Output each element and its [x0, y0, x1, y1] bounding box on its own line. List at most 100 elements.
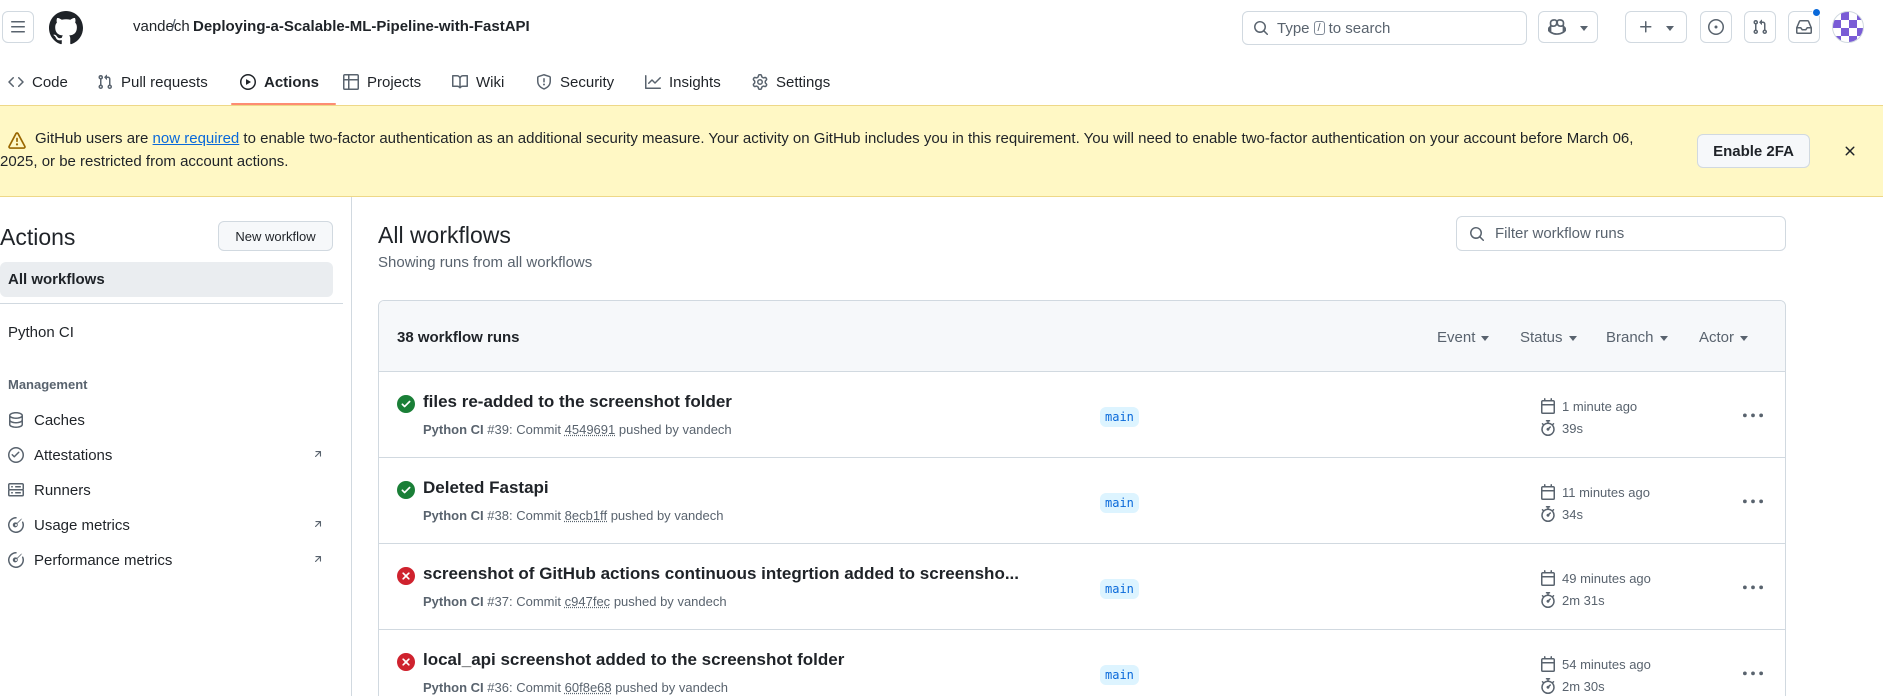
stopwatch-icon: [1540, 592, 1556, 608]
table-row[interactable]: screenshot of GitHub actions continuous …: [379, 544, 1785, 630]
table-row[interactable]: local_api screenshot added to the screen…: [379, 630, 1785, 696]
tab-settings[interactable]: Settings: [752, 68, 830, 96]
pull-requests-button[interactable]: [1744, 11, 1776, 43]
run-pushed-by-label: pushed by: [613, 594, 674, 609]
kebab-horizontal-icon[interactable]: [1743, 492, 1763, 512]
filter-label: Actor: [1699, 329, 1735, 346]
table-icon: [343, 74, 359, 90]
sidebar-item-performance-metrics[interactable]: Performance metrics: [8, 546, 328, 574]
kebab-horizontal-icon[interactable]: [1743, 578, 1763, 598]
create-new-button[interactable]: [1625, 11, 1687, 43]
branch-label[interactable]: main: [1100, 665, 1139, 685]
run-title[interactable]: files re-added to the screenshot folder: [423, 392, 732, 412]
calendar-icon: [1540, 398, 1556, 414]
table-row[interactable]: Deleted Fastapi Python CI #38: Commit 8ec…: [379, 458, 1785, 544]
sidebar-item-all-workflows[interactable]: All workflows: [0, 262, 333, 297]
tab-actions[interactable]: Actions: [240, 68, 319, 96]
run-pusher[interactable]: vandech: [677, 594, 726, 609]
global-header: vandech / Deploying-a-Scalable-ML-Pipeli…: [0, 0, 1883, 56]
arrow-up-right-icon: [314, 556, 322, 563]
event-filter-button[interactable]: Event: [1437, 329, 1490, 346]
database-icon: [9, 412, 23, 428]
kebab-horizontal-icon[interactable]: [1743, 664, 1763, 684]
banner-link[interactable]: now required: [153, 130, 240, 147]
status-filter-button[interactable]: Status: [1520, 329, 1577, 346]
run-commit-label: Commit: [516, 422, 562, 437]
run-timestamp: 1 minute ago: [1540, 398, 1637, 414]
filter-label: Event: [1437, 329, 1476, 346]
breadcrumb-repo[interactable]: Deploying-a-Scalable-ML-Pipeline-with-Fa…: [193, 18, 530, 35]
check-circle-icon: [397, 481, 415, 499]
sidebar-item-label: Usage metrics: [34, 516, 130, 534]
chevron-down-icon: [1740, 336, 1749, 341]
close-icon[interactable]: [1842, 143, 1858, 159]
kebab-horizontal-icon[interactable]: [1743, 406, 1763, 426]
sidebar-divider: [0, 303, 343, 304]
sidebar-item-python-ci[interactable]: Python CI: [0, 315, 333, 350]
run-commit-sha[interactable]: 60f8e68: [565, 680, 612, 695]
tab-label: Security: [560, 73, 615, 91]
run-commit-sha[interactable]: 8ecb1ff: [565, 508, 607, 523]
breadcrumb-owner[interactable]: vandech: [133, 18, 190, 35]
tab-wiki[interactable]: Wiki: [452, 68, 504, 96]
tab-security[interactable]: Security: [536, 68, 614, 96]
two-factor-banner: GitHub users are now required to enable …: [0, 105, 1883, 197]
sidebar-item-runners[interactable]: Runners: [8, 476, 328, 504]
copilot-icon: [1548, 19, 1566, 35]
github-logo-icon[interactable]: [49, 11, 83, 45]
enable-2fa-button[interactable]: Enable 2FA: [1697, 134, 1810, 168]
filter-workflow-runs-input[interactable]: Filter workflow runs: [1456, 216, 1786, 251]
tab-label: Wiki: [476, 73, 505, 91]
run-pusher[interactable]: vandech: [683, 422, 732, 437]
inbox-icon: [1796, 20, 1812, 34]
copilot-button[interactable]: [1538, 11, 1598, 43]
run-commit-sha[interactable]: c947fec: [565, 594, 611, 609]
new-workflow-button[interactable]: New workflow: [218, 221, 333, 251]
run-title[interactable]: screenshot of GitHub actions continuous …: [423, 564, 1019, 584]
run-commit-sha[interactable]: 4549691: [565, 422, 616, 437]
pull-request-icon: [1753, 19, 1768, 35]
filter-label: Branch: [1606, 329, 1654, 346]
tab-code[interactable]: Code: [8, 68, 68, 96]
actor-filter-button[interactable]: Actor: [1699, 329, 1749, 346]
sidebar-item-attestations[interactable]: Attestations: [8, 441, 328, 469]
run-title[interactable]: Deleted Fastapi: [423, 478, 549, 498]
calendar-icon: [1540, 656, 1556, 672]
run-title[interactable]: local_api screenshot added to the screen…: [423, 650, 844, 670]
branch-filter-button[interactable]: Branch: [1606, 329, 1668, 346]
tab-label: Settings: [776, 73, 831, 91]
issue-opened-icon: [1708, 19, 1724, 35]
global-search-input[interactable]: Type / to search: [1242, 11, 1527, 45]
issues-button[interactable]: [1700, 11, 1732, 43]
run-pusher[interactable]: vandech: [674, 508, 723, 523]
run-number: #36: [487, 680, 509, 695]
server-icon: [8, 483, 24, 497]
branch-label[interactable]: main: [1100, 407, 1139, 427]
page-title: All workflows: [378, 222, 511, 248]
run-workflow: Python CI: [423, 594, 484, 609]
branch-label[interactable]: main: [1100, 493, 1139, 513]
verified-icon: [8, 447, 24, 463]
avatar[interactable]: [1832, 11, 1864, 43]
tab-label: Actions: [264, 73, 320, 91]
chevron-down-icon: [1568, 336, 1577, 341]
code-icon: [8, 76, 24, 88]
tab-pull-requests[interactable]: Pull requests: [97, 68, 208, 96]
menu-button[interactable]: [2, 11, 34, 43]
run-duration-text: 2m 30s: [1562, 678, 1605, 694]
sidebar-item-usage-metrics[interactable]: Usage metrics: [8, 511, 328, 539]
stopwatch-icon: [1540, 506, 1556, 522]
tab-projects[interactable]: Projects: [343, 68, 421, 96]
sidebar-item-label: Attestations: [34, 446, 113, 464]
run-number: #37: [487, 594, 509, 609]
search-icon: [1470, 226, 1485, 241]
table-row[interactable]: files re-added to the screenshot folder P…: [379, 372, 1785, 458]
tab-insights[interactable]: Insights: [645, 68, 721, 96]
branch-label[interactable]: main: [1100, 579, 1139, 599]
play-icon: [240, 74, 256, 90]
x-circle-icon: [397, 567, 415, 585]
run-pusher[interactable]: vandech: [679, 680, 728, 695]
sidebar-item-caches[interactable]: Caches: [8, 406, 328, 434]
gear-icon: [752, 74, 768, 90]
banner-message: GitHub users are now required to enable …: [0, 127, 1665, 173]
